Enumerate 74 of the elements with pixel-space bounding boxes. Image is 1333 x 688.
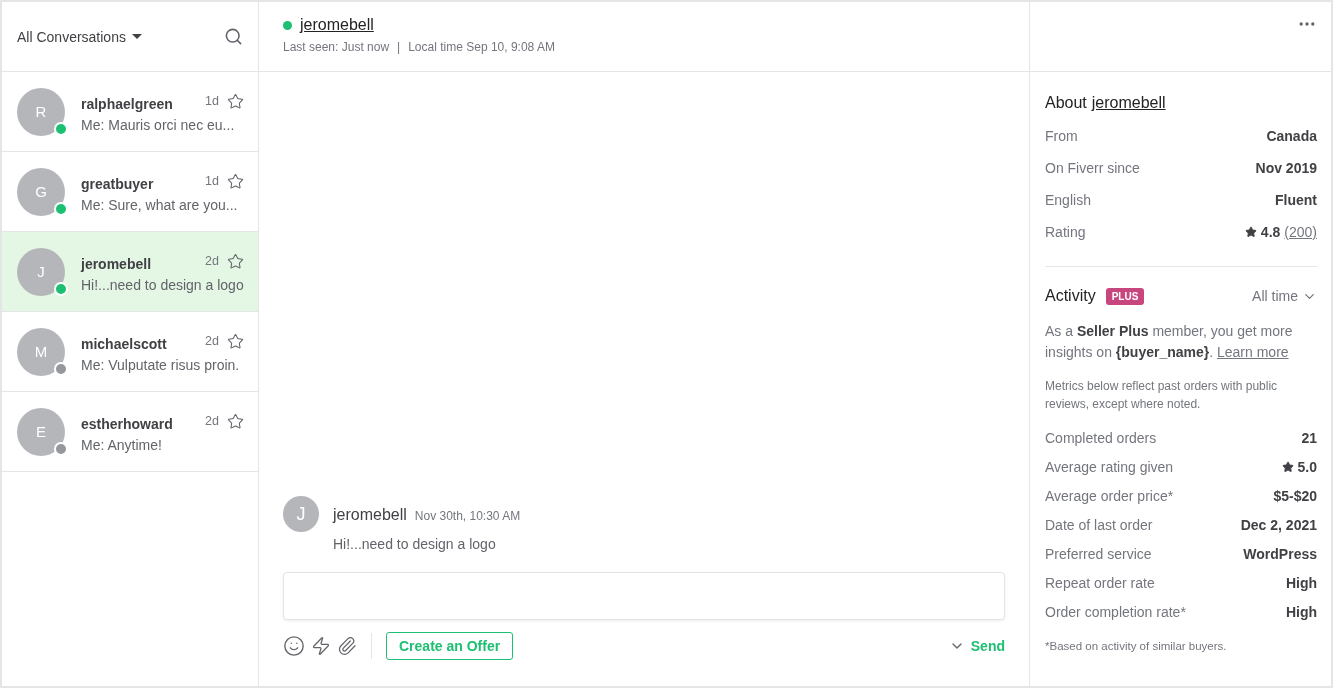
contact-name: jeromebell bbox=[81, 256, 152, 272]
message-time: Nov 30th, 10:30 AM bbox=[414, 509, 521, 523]
period-dropdown[interactable]: All time bbox=[1252, 288, 1317, 304]
star-icon bbox=[1281, 460, 1294, 473]
metric-label: Repeat order rate bbox=[1045, 574, 1155, 591]
message-preview: Me: Vulputate risus proin. bbox=[81, 357, 241, 373]
avatar: M bbox=[17, 327, 65, 376]
activity-intro: As a Seller Plus member, you get more insights on {buyer_name}. Learn more bbox=[1045, 322, 1294, 362]
row-value: Fluent bbox=[1275, 192, 1317, 208]
contact-name-link[interactable]: jeromebell bbox=[300, 16, 374, 34]
activity-title: Activity bbox=[1045, 287, 1096, 305]
rating-value: 4.8 bbox=[1260, 224, 1281, 240]
message-time: 2d bbox=[205, 414, 219, 428]
contact-name: greatbuyer bbox=[81, 176, 154, 192]
message-preview: Me: Anytime! bbox=[81, 437, 163, 453]
row-value: Nov 2019 bbox=[1255, 160, 1317, 176]
conversation-item[interactable]: J jeromebell 2d Hi!...need to design a logo bbox=[2, 232, 258, 312]
message-preview: Me: Sure, what are you... bbox=[81, 197, 239, 213]
star-icon[interactable] bbox=[227, 172, 244, 190]
lightning-icon[interactable] bbox=[311, 636, 331, 656]
metric-label: Date of last order bbox=[1045, 516, 1153, 533]
metric-label: Order completion rate* bbox=[1045, 603, 1186, 620]
separator: | bbox=[397, 40, 401, 54]
message-time: 1d bbox=[205, 94, 219, 108]
message-time: 2d bbox=[205, 254, 219, 268]
row-value: 21 bbox=[1301, 429, 1317, 446]
footnote: *Based on activity of similar buyers. bbox=[1045, 640, 1228, 652]
message-time: 1d bbox=[205, 174, 219, 188]
row-value: High bbox=[1285, 574, 1317, 591]
review-count-link[interactable]: (200) bbox=[1284, 224, 1317, 240]
row-label: Rating bbox=[1045, 224, 1086, 240]
star-icon bbox=[1244, 226, 1257, 238]
metric-label: Preferred service bbox=[1045, 545, 1152, 562]
message-input[interactable] bbox=[283, 572, 1005, 620]
local-time: Local time Sep 10, 9:08 AM bbox=[408, 40, 555, 54]
star-icon[interactable] bbox=[227, 92, 244, 110]
row-value: Canada bbox=[1266, 128, 1317, 144]
star-icon[interactable] bbox=[227, 252, 244, 270]
conversation-filter[interactable]: All Conversations bbox=[17, 28, 142, 45]
row-value: High bbox=[1285, 603, 1317, 620]
contact-name: michaelscott bbox=[81, 336, 167, 352]
about-title: About bbox=[1045, 94, 1087, 112]
paperclip-icon[interactable] bbox=[337, 636, 357, 656]
message-author: jeromebell bbox=[333, 506, 407, 524]
row-label: English bbox=[1045, 192, 1091, 208]
metrics-note: Metrics below reflect past orders with public reviews, except where noted. bbox=[1045, 378, 1279, 413]
metric-label: Average rating given bbox=[1045, 458, 1174, 475]
learn-more-link[interactable]: Learn more bbox=[1217, 344, 1289, 360]
rating-value: 5.0 bbox=[1297, 458, 1317, 475]
message-text: Hi!...need to design a logo bbox=[333, 536, 497, 552]
avatar: J bbox=[17, 247, 65, 296]
message-time: 2d bbox=[205, 334, 219, 348]
search-icon[interactable] bbox=[224, 27, 243, 46]
contact-name: estherhoward bbox=[81, 416, 173, 432]
avatar: R bbox=[17, 87, 65, 136]
row-value: Dec 2, 2021 bbox=[1240, 516, 1317, 533]
row-label: On Fiverr since bbox=[1045, 160, 1140, 176]
message-preview: Hi!...need to design a logo bbox=[81, 277, 245, 293]
username-link[interactable]: jeromebell bbox=[1091, 94, 1166, 112]
message-preview: Me: Mauris orci nec eu... bbox=[81, 117, 236, 133]
emoji-icon[interactable] bbox=[283, 635, 305, 657]
avatar: G bbox=[17, 167, 65, 216]
avatar: E bbox=[17, 407, 65, 456]
star-icon[interactable] bbox=[227, 412, 244, 430]
metric-label: Completed orders bbox=[1045, 429, 1157, 446]
row-value: WordPress bbox=[1243, 545, 1317, 562]
plus-badge: PLUS bbox=[1105, 287, 1145, 305]
avatar: J bbox=[283, 496, 319, 532]
last-seen: Last seen: Just now bbox=[283, 40, 390, 54]
star-icon[interactable] bbox=[227, 332, 244, 350]
contact-name: ralphaelgreen bbox=[81, 96, 173, 112]
metric-label: Average order price* bbox=[1045, 487, 1174, 504]
row-value: $5-$20 bbox=[1273, 487, 1317, 504]
row-label: From bbox=[1045, 128, 1078, 144]
